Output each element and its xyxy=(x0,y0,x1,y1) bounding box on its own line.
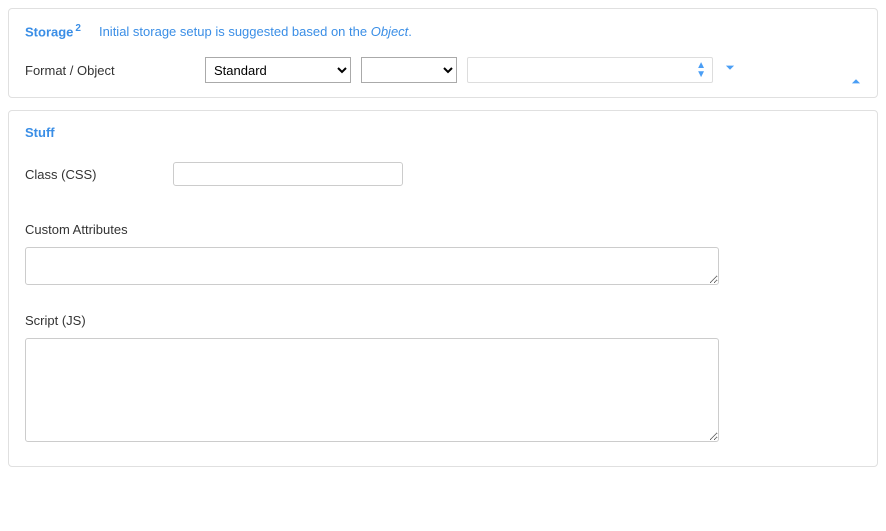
format-object-label: Format / Object xyxy=(25,63,195,78)
format-select[interactable]: Standard xyxy=(205,57,351,83)
custom-attributes-block: Custom Attributes xyxy=(25,222,861,285)
class-css-input[interactable] xyxy=(173,162,403,186)
sort-icon: ▲▼ xyxy=(696,61,706,79)
class-css-row: Class (CSS) xyxy=(25,162,861,186)
stuff-title: Stuff xyxy=(25,125,861,140)
custom-attributes-textarea[interactable] xyxy=(25,247,719,285)
script-js-label: Script (JS) xyxy=(25,313,861,328)
stuff-panel: Stuff Class (CSS) Custom Attributes Scri… xyxy=(8,110,878,467)
object-select[interactable] xyxy=(361,57,457,83)
storage-combo[interactable]: ▲▼ xyxy=(467,57,713,83)
chevron-up-icon[interactable] xyxy=(849,74,863,91)
class-css-label: Class (CSS) xyxy=(25,167,173,182)
chevron-down-icon[interactable] xyxy=(723,61,737,80)
storage-header: Storage2 Initial storage setup is sugges… xyxy=(25,23,861,39)
script-js-textarea[interactable] xyxy=(25,338,719,442)
storage-superscript: 2 xyxy=(75,23,81,34)
format-object-row: Format / Object Standard ▲▼ xyxy=(25,57,861,83)
storage-hint-after: . xyxy=(408,24,412,39)
storage-panel: Storage2 Initial storage setup is sugges… xyxy=(8,8,878,98)
custom-attributes-label: Custom Attributes xyxy=(25,222,861,237)
storage-title-text: Storage xyxy=(25,24,73,39)
storage-hint-before: Initial storage setup is suggested based… xyxy=(99,24,371,39)
storage-hint: Initial storage setup is suggested based… xyxy=(99,24,412,39)
storage-title: Storage2 xyxy=(25,23,81,39)
storage-hint-object: Object xyxy=(371,24,409,39)
script-js-block: Script (JS) xyxy=(25,313,861,442)
